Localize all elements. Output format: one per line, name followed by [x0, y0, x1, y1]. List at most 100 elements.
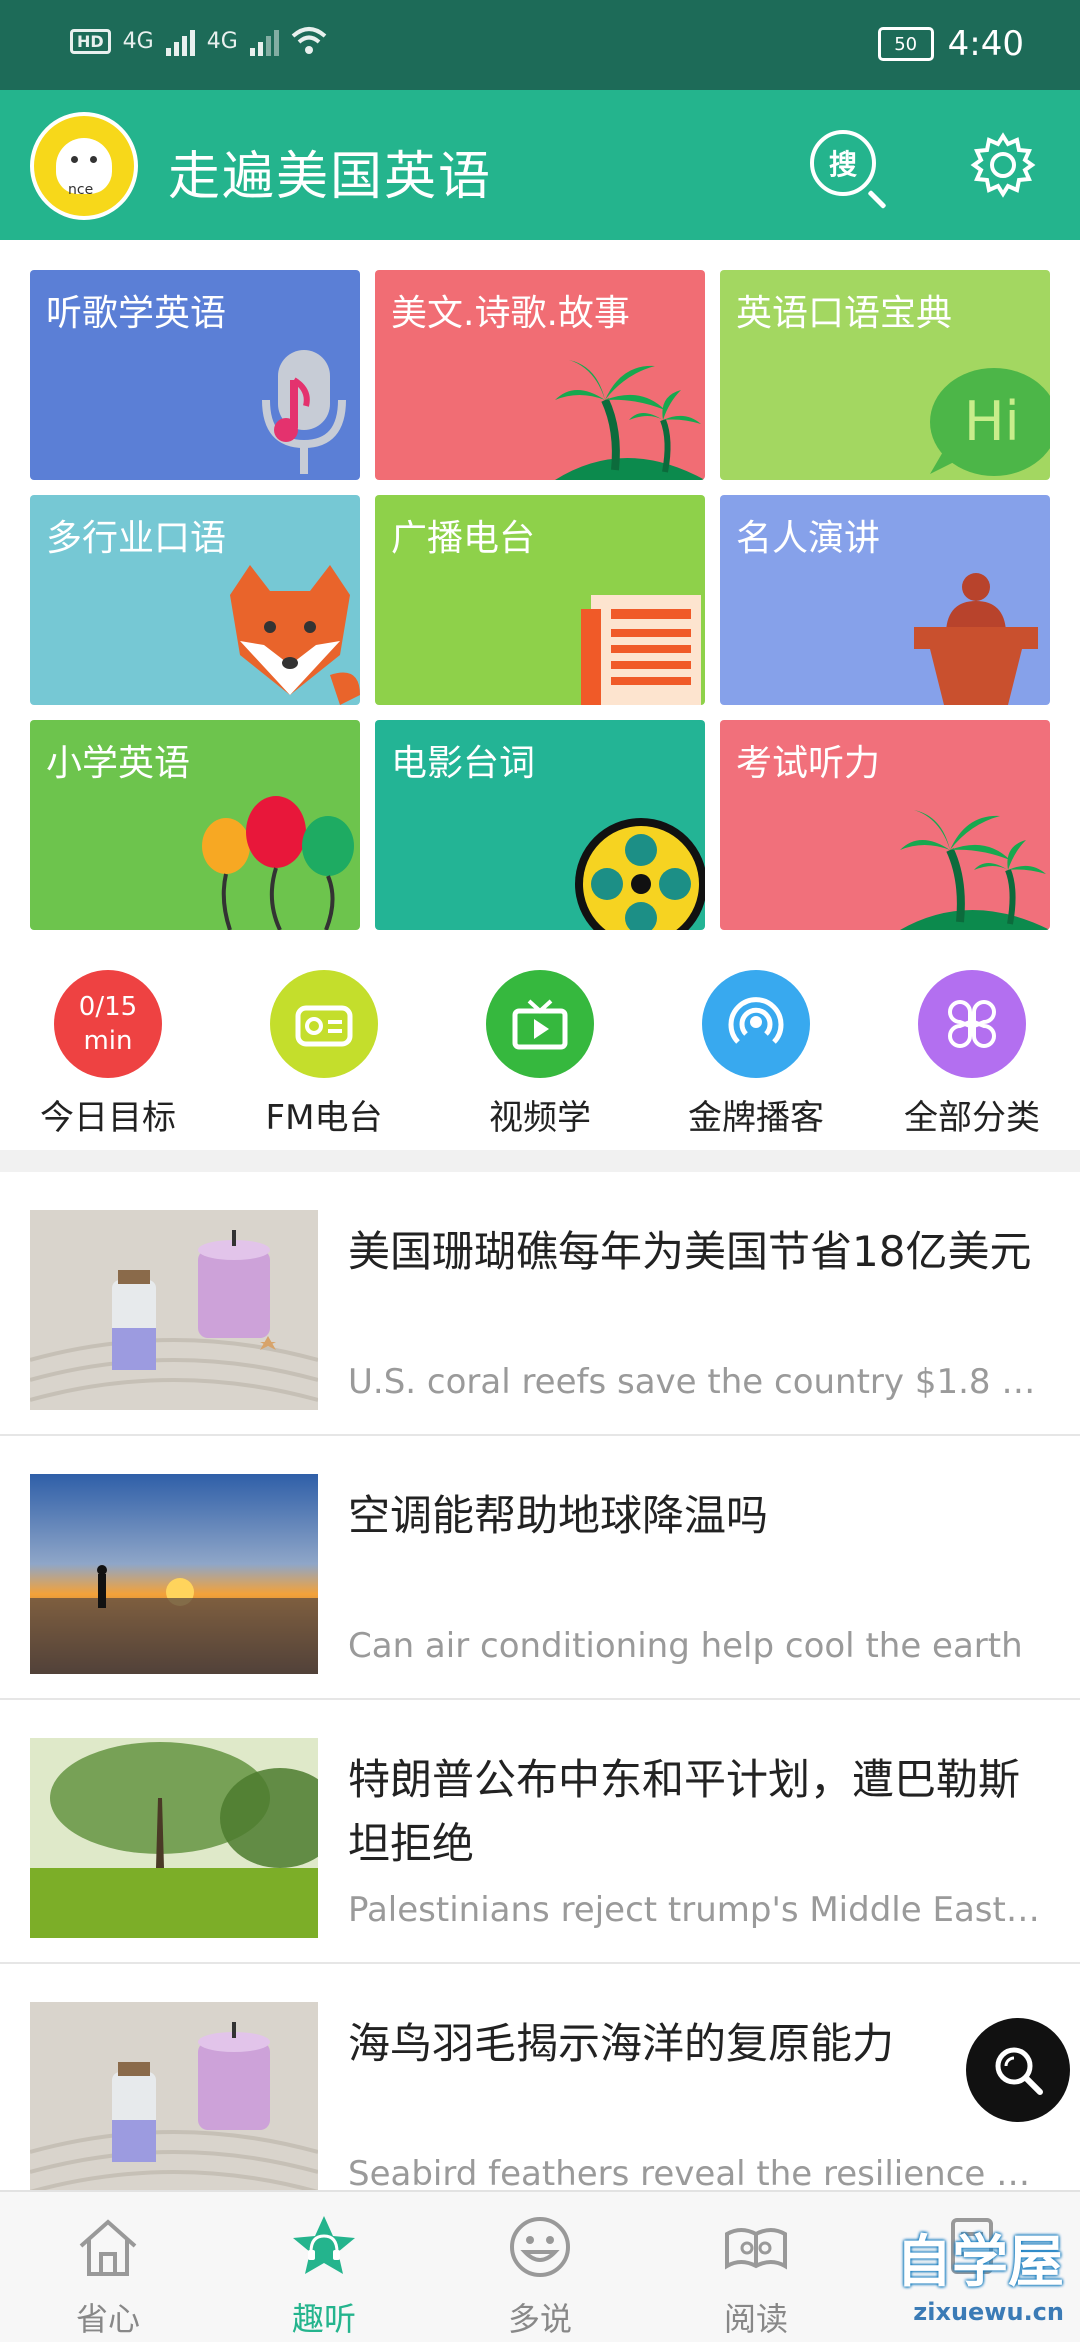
clover-grid-icon	[948, 1000, 996, 1048]
signal-icon	[165, 26, 195, 56]
quick-label: 今日目标	[40, 1098, 176, 1138]
hd-badge: HD	[70, 28, 111, 54]
star-headphones-icon	[293, 2216, 355, 2274]
smile-icon	[510, 2217, 570, 2277]
search-button[interactable]: 搜	[810, 130, 876, 196]
wifi-icon	[291, 27, 327, 54]
status-left: HD 4G 4G	[70, 26, 327, 56]
tile-label: 小学英语	[46, 743, 191, 784]
status-bar: HD 4G 4G 50 4:40	[0, 0, 1080, 90]
tile-label: 电影台词	[391, 743, 536, 784]
tv-play-icon	[512, 999, 568, 1050]
bubble-text: Hi	[964, 390, 1020, 453]
newspaper-icon	[581, 595, 701, 705]
tile-label: 考试听力	[736, 743, 881, 784]
goal-icon: 0/15 min	[54, 970, 162, 1078]
list-item[interactable]: 美国珊瑚礁每年为美国节省18亿美元 U.S. coral reefs save …	[0, 1172, 1080, 1436]
nav-item-speak[interactable]: 多说	[432, 2192, 648, 2342]
quick-today-goal[interactable]: 0/15 min 今日目标	[18, 970, 198, 1150]
network-type-1: 4G	[122, 28, 154, 54]
signal-icon-2	[249, 26, 279, 56]
tile-song-english[interactable]: 听歌学英语	[30, 270, 360, 480]
article-title: 空调能帮助地球降温吗	[348, 1491, 769, 1540]
app-header: nce 走遍美国英语 搜	[0, 90, 1080, 240]
search-icon-label: 搜	[828, 148, 857, 181]
quick-video-learning[interactable]: 视频学	[450, 970, 630, 1150]
tile-label: 美文.诗歌.故事	[391, 293, 630, 334]
nav-label: 趣听	[291, 2300, 356, 2338]
film-reel-icon	[575, 818, 705, 930]
microphone-music-icon	[262, 350, 346, 474]
list-item[interactable]: 海鸟羽毛揭示海洋的复原能力 Seabird feathers reveal th…	[0, 1964, 1080, 2228]
section-divider	[0, 1150, 1080, 1172]
article-list: 美国珊瑚礁每年为美国节省18亿美元 U.S. coral reefs save …	[0, 1172, 1080, 2228]
avatar[interactable]: nce	[30, 112, 138, 220]
tile-movie-lines[interactable]: 电影台词	[375, 720, 705, 930]
article-subtitle: Seabird feathers reveal the resilience o…	[348, 2154, 1048, 2194]
gear-icon[interactable]	[968, 130, 1038, 200]
fox-icon	[230, 565, 360, 705]
tile-label: 英语口语宝典	[736, 293, 953, 334]
open-book-icon	[725, 2228, 787, 2270]
watermark: 自学屋 zixuewu.cn	[896, 2217, 1064, 2326]
tile-spoken-english[interactable]: 英语口语宝典 Hi	[720, 270, 1050, 480]
hi-bubble-icon: Hi	[930, 368, 1050, 476]
balloons-icon	[202, 796, 354, 930]
bottom-nav: 省心 趣听 多说 阅读 自学屋 zixuewu.cn	[0, 2190, 1080, 2342]
page-title: 走遍美国英语	[168, 147, 493, 207]
nav-label: 省心	[75, 2300, 140, 2338]
quick-label: 视频学	[489, 1098, 591, 1138]
article-subtitle: Palestinians reject trump's Middle East …	[348, 1890, 1048, 1930]
list-item[interactable]: 空调能帮助地球降温吗 Can air conditioning help coo…	[0, 1436, 1080, 1700]
podcast-icon	[728, 997, 784, 1044]
article-subtitle: Can air conditioning help cool the earth	[348, 1626, 1023, 1666]
tile-celebrity-speech[interactable]: 名人演讲	[720, 495, 1050, 705]
tile-exam-listening[interactable]: 考试听力	[720, 720, 1050, 930]
battery-icon: 50	[877, 27, 934, 61]
tile-label: 多行业口语	[46, 518, 227, 559]
palm-island-icon	[900, 810, 1050, 930]
network-type-2: 4G	[206, 28, 238, 54]
radio-icon	[295, 1005, 353, 1047]
tile-radio-station[interactable]: 广播电台	[375, 495, 705, 705]
nav-label: 阅读	[723, 2300, 788, 2338]
category-grid: 听歌学英语 美文.诗歌.故事 英语口语宝典 Hi 多行业口语 广播电台 名人演讲…	[30, 270, 1050, 930]
quick-gold-podcast[interactable]: 金牌播客	[666, 970, 846, 1150]
article-subtitle: U.S. coral reefs save the country $1.8 b…	[348, 1362, 1048, 1402]
tile-label: 听歌学英语	[46, 293, 227, 334]
quick-all-categories[interactable]: 全部分类	[882, 970, 1062, 1150]
article-title: 美国珊瑚礁每年为美国节省18亿美元	[348, 1227, 1032, 1276]
quick-label: 金牌播客	[688, 1098, 824, 1138]
nav-item-home[interactable]: 省心	[0, 2192, 216, 2342]
tile-industry-english[interactable]: 多行业口语	[30, 495, 360, 705]
tile-label: 名人演讲	[736, 518, 881, 559]
nav-label: 多说	[507, 2300, 572, 2338]
nav-item-read[interactable]: 阅读	[648, 2192, 864, 2342]
palm-island-icon	[555, 360, 705, 480]
home-icon	[79, 2219, 137, 2276]
avatar-tag: nce	[68, 182, 94, 198]
thumbnail-park-tree	[30, 1738, 318, 1938]
search-icon	[995, 2047, 1043, 2095]
thumbnail-sand-candle	[30, 2002, 318, 2202]
quick-actions: 0/15 min 今日目标 FM电台 视频学 金牌播客 全部分类	[0, 970, 1080, 1150]
thumbnail-sand-candle	[30, 1210, 318, 1410]
tile-primary-english[interactable]: 小学英语	[30, 720, 360, 930]
nav-item-listen[interactable]: 趣听	[216, 2192, 432, 2342]
quick-fm-radio[interactable]: FM电台	[234, 970, 414, 1150]
tile-prose-poetry[interactable]: 美文.诗歌.故事	[375, 270, 705, 480]
article-title: 特朗普公布中东和平计划，遭巴勒斯坦拒绝	[348, 1755, 1021, 1868]
status-right: 50 4:40	[877, 24, 1024, 64]
watermark-text: 自学屋	[896, 2229, 1064, 2295]
watermark-url: zixuewu.cn	[913, 2298, 1064, 2326]
goal-progress: 0/15	[78, 992, 138, 1022]
tile-label: 广播电台	[391, 518, 536, 559]
quick-label: 全部分类	[904, 1098, 1040, 1138]
clock: 4:40	[947, 24, 1024, 64]
goal-unit: min	[83, 1026, 133, 1056]
podium-speaker-icon	[914, 573, 1038, 705]
quick-label: FM电台	[265, 1098, 383, 1138]
thumbnail-sunset-beach	[30, 1474, 318, 1674]
list-item[interactable]: 特朗普公布中东和平计划，遭巴勒斯坦拒绝 Palestinians reject …	[0, 1700, 1080, 1964]
floating-search-button[interactable]	[966, 2018, 1070, 2122]
